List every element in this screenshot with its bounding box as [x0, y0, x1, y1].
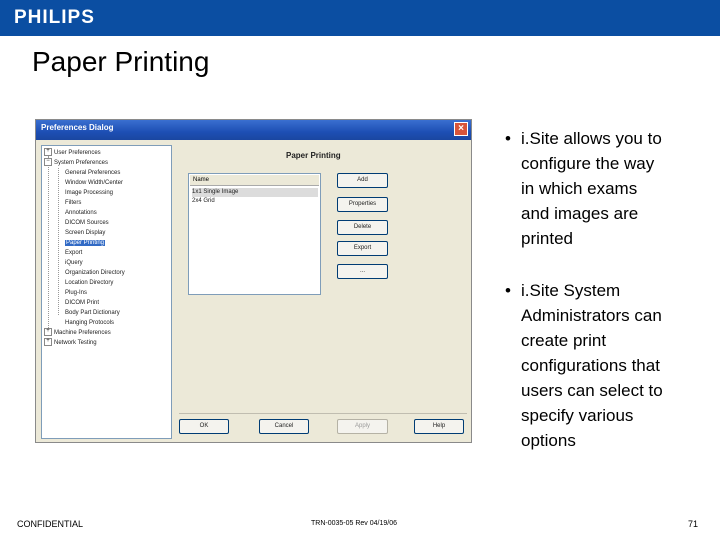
tree-item-dicom-print[interactable]: DICOM Print — [65, 298, 99, 308]
bullet-icon: • — [505, 129, 511, 148]
tree-item-filters[interactable]: Filters — [65, 198, 81, 208]
bullet-text: i.Site allows you to configure the way i… — [521, 129, 662, 248]
delete-button[interactable]: Delete — [337, 220, 388, 235]
tree-item-body-part-dictionary[interactable]: Body Part Dictionary — [65, 308, 120, 318]
more-button[interactable]: ... — [337, 264, 388, 279]
dialog-titlebar[interactable]: Preferences Dialog × — [36, 120, 471, 140]
apply-button[interactable]: Apply — [337, 419, 388, 434]
tree-item-organization-directory[interactable]: Organization Directory — [65, 268, 125, 278]
properties-button[interactable]: Properties — [337, 197, 388, 212]
expand-icon[interactable]: + — [44, 148, 52, 157]
tree-item-window-width-center[interactable]: Window Width/Center — [65, 178, 123, 188]
tree-item-export[interactable]: Export — [65, 248, 82, 258]
bullet-icon: • — [505, 281, 511, 300]
tree-item-hanging-protocols[interactable]: Hanging Protocols — [65, 318, 114, 328]
tree-connector — [48, 156, 49, 336]
tree-item-paper-printing[interactable]: Paper Printing — [65, 238, 106, 248]
philips-logo: PHILIPS — [14, 7, 95, 28]
list-item[interactable]: 2x4 Grid — [192, 197, 215, 206]
preferences-tree[interactable]: + User Preferences − System Preferences Ge… — [41, 145, 172, 439]
tree-item-network-testing[interactable]: + Network Testing — [44, 338, 97, 348]
tree-item-general-preferences[interactable]: General Preferences — [65, 168, 120, 178]
close-icon[interactable]: × — [454, 122, 468, 136]
tree-item-user-preferences[interactable]: + User Preferences — [44, 148, 101, 158]
tree-item-plug-ins[interactable]: Plug-Ins — [65, 288, 87, 298]
tree-item-iquery[interactable]: iQuery — [65, 258, 83, 268]
tree-item-system-preferences[interactable]: − System Preferences — [44, 158, 108, 168]
dialog-title: Preferences Dialog — [41, 123, 114, 132]
add-button[interactable]: Add — [337, 173, 388, 188]
panel-title: Paper Printing — [286, 151, 341, 160]
tree-item-screen-display[interactable]: Screen Display — [65, 228, 105, 238]
expand-icon[interactable]: + — [44, 338, 52, 347]
tree-item-location-directory[interactable]: Location Directory — [65, 278, 113, 288]
ok-button[interactable]: OK — [179, 419, 229, 434]
preferences-dialog: Preferences Dialog × + User Preferences −… — [35, 119, 472, 443]
tree-item-dicom-sources[interactable]: DICOM Sources — [65, 218, 109, 228]
page-number: 71 — [688, 519, 699, 529]
export-button[interactable]: Export — [337, 241, 388, 256]
tree-item-machine-preferences[interactable]: + Machine Preferences — [44, 328, 111, 338]
cancel-button[interactable]: Cancel — [259, 419, 309, 434]
expand-icon[interactable]: + — [44, 328, 52, 337]
footer-doc-id: TRN-0035-05 Rev 04/19/06 — [311, 520, 397, 527]
footer-confidential: CONFIDENTIAL — [17, 519, 84, 529]
header-bar: PHILIPS — [0, 0, 720, 36]
tree-item-image-processing[interactable]: Image Processing — [65, 188, 113, 198]
print-config-list[interactable]: Name 1x1 Single Image 2x4 Grid — [188, 173, 321, 295]
help-button[interactable]: Help — [414, 419, 464, 434]
list-item[interactable]: 1x1 Single Image — [192, 188, 318, 197]
collapse-icon[interactable]: − — [44, 158, 52, 167]
tree-item-annotations[interactable]: Annotations — [65, 208, 97, 218]
bullet-text: i.Site System Administrators can create … — [521, 281, 663, 450]
tree-connector — [58, 168, 59, 315]
list-column-header[interactable]: Name — [190, 175, 319, 186]
divider — [179, 413, 467, 414]
slide-title: Paper Printing — [32, 46, 210, 77]
